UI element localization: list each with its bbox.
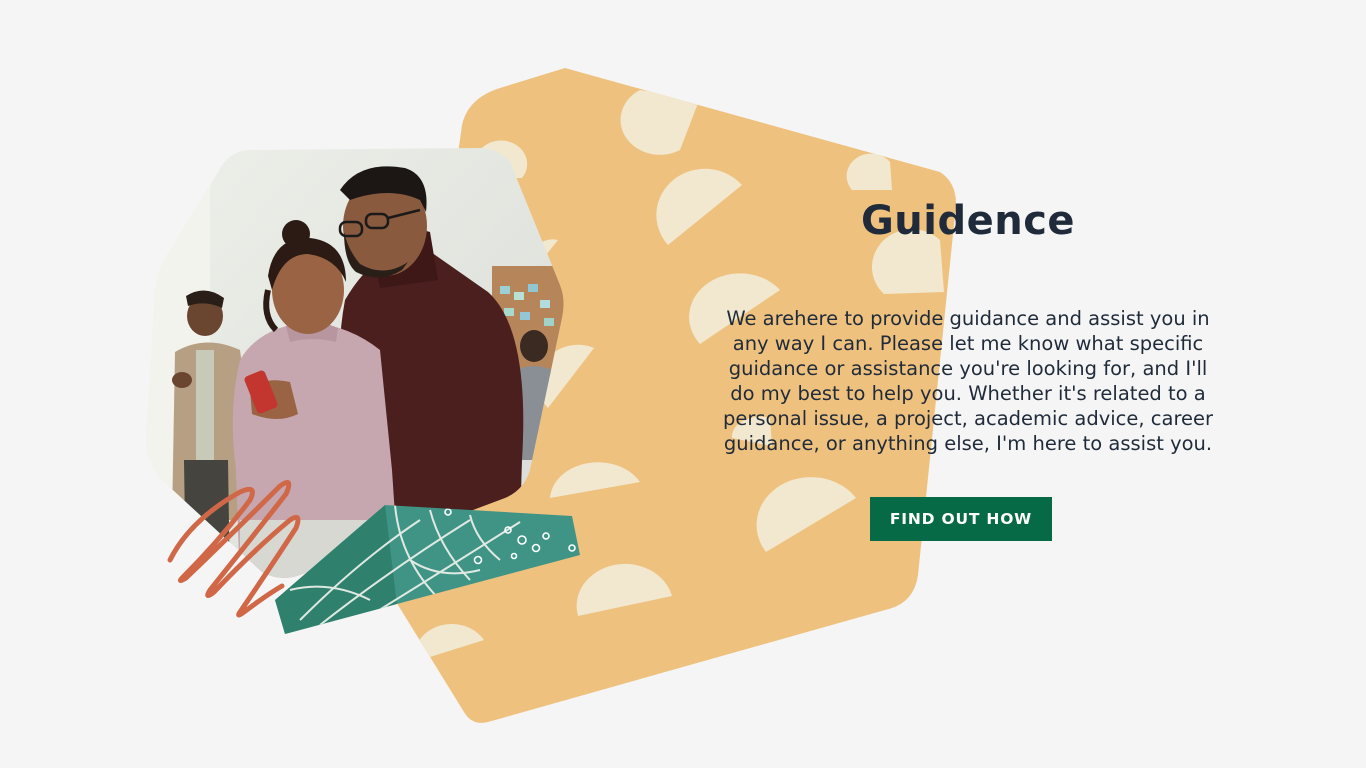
description-text: We arehere to provide guidance and assis… bbox=[722, 307, 1214, 455]
slide: Guidence We arehere to provide guidance … bbox=[0, 0, 1366, 768]
find-out-how-button[interactable]: FIND OUT HOW bbox=[870, 497, 1052, 541]
page-title: Guidence bbox=[860, 198, 1076, 244]
